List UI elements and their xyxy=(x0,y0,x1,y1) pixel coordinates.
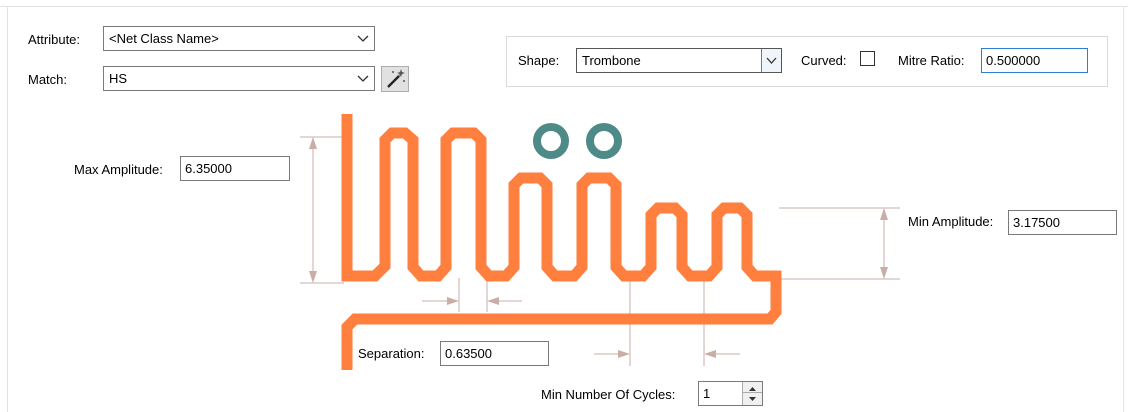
min-amplitude-label: Min Amplitude: xyxy=(908,214,994,229)
separation-input[interactable]: 0.63500 xyxy=(440,341,549,366)
spin-down-icon xyxy=(749,397,756,401)
spin-up-button[interactable] xyxy=(743,382,762,393)
spin-down-button[interactable] xyxy=(743,393,762,404)
separation-label: Separation: xyxy=(358,346,425,361)
separation-value: 0.63500 xyxy=(445,346,492,361)
min-cycles-spinbox[interactable]: 1 xyxy=(698,381,763,406)
max-amplitude-label: Max Amplitude: xyxy=(74,162,163,177)
min-cycles-label: Min Number Of Cycles: xyxy=(541,387,676,402)
min-cycles-spin-buttons xyxy=(742,382,762,405)
min-amplitude-input[interactable]: 3.17500 xyxy=(1008,210,1117,235)
min-amplitude-value: 3.17500 xyxy=(1013,215,1060,230)
via-right xyxy=(586,123,622,159)
min-cycles-value: 1 xyxy=(703,386,711,401)
max-amplitude-input[interactable]: 6.35000 xyxy=(180,156,290,181)
via-left xyxy=(533,123,569,159)
trombone-diagram xyxy=(300,114,900,370)
max-amplitude-value: 6.35000 xyxy=(185,161,232,176)
